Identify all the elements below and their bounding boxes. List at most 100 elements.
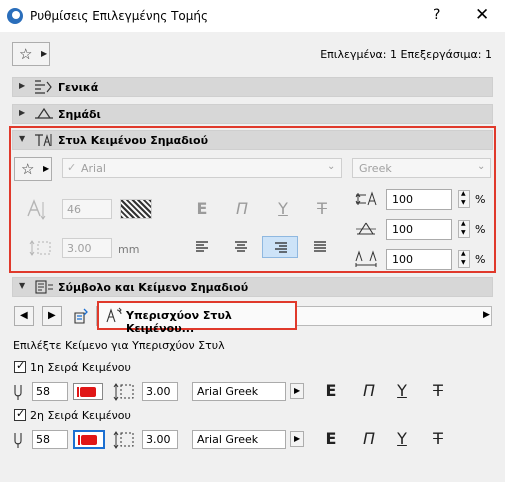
underline-icon[interactable]: Y	[271, 199, 295, 218]
row1-bold-icon[interactable]: E	[321, 381, 341, 400]
spacing-factor-value: 100	[392, 253, 413, 266]
row1-strikethrough-icon[interactable]: T	[428, 381, 448, 400]
general-settings-icon	[35, 80, 52, 94]
spacing-factor-percent: %	[475, 253, 486, 266]
section-text-style-label: Στυλ Κειμένου Σημαδιού	[58, 134, 209, 147]
font-size-field[interactable]: 46	[62, 199, 112, 219]
chevron-down-icon: ⌄	[327, 161, 336, 172]
section-marker[interactable]: ▶ Σημάδι	[12, 104, 493, 124]
slant-icon	[356, 222, 376, 235]
chevron-down-icon: ⌄	[477, 161, 486, 172]
row1-italic-icon[interactable]: Π	[359, 381, 379, 400]
italic-icon[interactable]: Π	[230, 199, 254, 218]
section-symbol-text-label: Σύμβολο και Κείμενο Σημαδιού	[58, 281, 249, 294]
collapse-arrow-icon: ▼	[19, 281, 26, 290]
spacing-factor-icon	[355, 250, 377, 267]
override-prompt: Επιλέξτε Κείμενο για Υπερισχύον Στυλ	[13, 339, 225, 352]
previous-button[interactable]: ◀	[14, 306, 34, 326]
row2-font-value: Arial Greek	[197, 433, 259, 446]
row2-italic-icon[interactable]: Π	[359, 429, 379, 448]
font-dropdown[interactable]: ✓ Arial ⌄	[62, 158, 342, 178]
help-button[interactable]: ?	[433, 7, 440, 23]
text-style-override-icon	[106, 307, 122, 323]
row1-spacing-field[interactable]: 3.00	[142, 382, 178, 401]
slant-stepper[interactable]	[458, 220, 470, 238]
row2-font-field[interactable]: Arial Greek	[192, 430, 286, 449]
width-factor-field[interactable]: 100	[386, 189, 452, 210]
arrow-right-icon: ▶	[294, 434, 301, 443]
section-symbol-text[interactable]: ▼ Σύμβολο και Κείμενο Σημαδιού	[12, 277, 493, 297]
row1-font-menu-button[interactable]: ▶	[290, 383, 304, 399]
align-center-icon	[235, 241, 247, 252]
bold-icon[interactable]: E	[190, 199, 214, 218]
row2-label: 2η Σειρά Κειμένου	[30, 409, 131, 422]
section-marker-label: Σημάδι	[58, 108, 101, 121]
arrow-right-icon: ▶	[483, 310, 490, 320]
row1-checkbox[interactable]	[14, 359, 26, 373]
collapse-arrow-icon: ▼	[19, 134, 26, 143]
row1-spacing-value: 3.00	[146, 385, 171, 398]
window-title: Ρυθμίσεις Επιλεγμένης Τομής	[30, 9, 209, 23]
align-right-icon	[275, 242, 287, 253]
title-bar: Ρυθμίσεις Επιλεγμένης Τομής ? ✕	[0, 0, 505, 32]
star-icon: ☆	[21, 160, 35, 178]
close-button[interactable]: ✕	[475, 5, 489, 25]
expand-arrow-icon: ▶	[19, 108, 26, 117]
align-center-button[interactable]	[223, 236, 259, 258]
row1-spacing-icon	[113, 383, 134, 401]
pen-color-button[interactable]	[120, 199, 152, 219]
marker-icon	[35, 107, 53, 119]
row1-label: 1η Σειρά Κειμένου	[30, 361, 131, 374]
align-justify-icon	[314, 241, 326, 252]
spacing-factor-field[interactable]: 100	[386, 249, 452, 270]
spacing-factor-stepper[interactable]	[458, 250, 470, 268]
row2-pen-button[interactable]	[73, 430, 105, 449]
style-favorites-button[interactable]: ☆ ▶	[14, 157, 52, 181]
section-text-style[interactable]: ▼ Στυλ Κειμένου Σημαδιού	[12, 130, 493, 150]
slant-percent: %	[475, 223, 486, 236]
arrow-right-icon: ▶	[48, 310, 56, 321]
next-button[interactable]: ▶	[42, 306, 62, 326]
expand-arrow-icon: ▶	[19, 81, 26, 90]
strikethrough-icon[interactable]: T	[310, 199, 334, 218]
selection-info: Επιλεγμένα: 1 Επεξεργάσιμα: 1	[320, 48, 492, 61]
font-size-icon	[27, 199, 46, 220]
row2-spacing-value: 3.00	[146, 433, 171, 446]
check-icon: ✓	[67, 161, 77, 174]
script-dropdown[interactable]: Greek ⌄	[352, 158, 491, 178]
align-left-button[interactable]	[184, 236, 220, 258]
row2-checkbox[interactable]	[14, 407, 26, 421]
favorites-button[interactable]: ☆ ▶	[12, 42, 50, 66]
row2-spacing-field[interactable]: 3.00	[142, 430, 178, 449]
app-icon	[7, 8, 23, 24]
slant-value: 100	[392, 223, 413, 236]
row1-size-field[interactable]: 58	[32, 382, 68, 401]
spacing-unit: mm	[118, 243, 140, 256]
row1-underline-icon[interactable]: Y	[392, 381, 412, 400]
spacing-value: 3.00	[67, 242, 92, 255]
override-style-label: Υπερισχύον Στυλ Κειμένου...	[126, 309, 232, 335]
script-value: Greek	[359, 162, 392, 175]
arrow-right-icon: ▶	[294, 386, 301, 395]
section-general[interactable]: ▶ Γενικά	[12, 77, 493, 97]
row1-pen-button[interactable]	[73, 383, 103, 400]
spacing-field[interactable]: 3.00	[62, 238, 112, 258]
row1-font-field[interactable]: Arial Greek	[192, 382, 286, 401]
row2-underline-icon[interactable]: Y	[392, 429, 412, 448]
arrow-right-icon: ▶	[43, 164, 50, 173]
row2-strikethrough-icon[interactable]: T	[428, 429, 448, 448]
slant-field[interactable]: 100	[386, 219, 452, 240]
arrow-right-icon: ▶	[41, 49, 48, 58]
row2-bold-icon[interactable]: E	[321, 429, 341, 448]
text-style-icon	[35, 134, 52, 147]
row2-size-field[interactable]: 58	[32, 430, 68, 449]
align-right-button[interactable]	[262, 236, 298, 258]
override-style-button[interactable]: Υπερισχύον Στυλ Κειμένου...	[97, 301, 297, 335]
align-justify-button[interactable]	[302, 236, 338, 258]
row1-font-value: Arial Greek	[197, 385, 259, 398]
override-settings-icon[interactable]	[72, 307, 90, 325]
text-size-icon	[14, 385, 22, 400]
width-factor-stepper[interactable]	[458, 190, 470, 208]
row1-size-value: 58	[36, 385, 50, 398]
row2-font-menu-button[interactable]: ▶	[290, 431, 304, 447]
